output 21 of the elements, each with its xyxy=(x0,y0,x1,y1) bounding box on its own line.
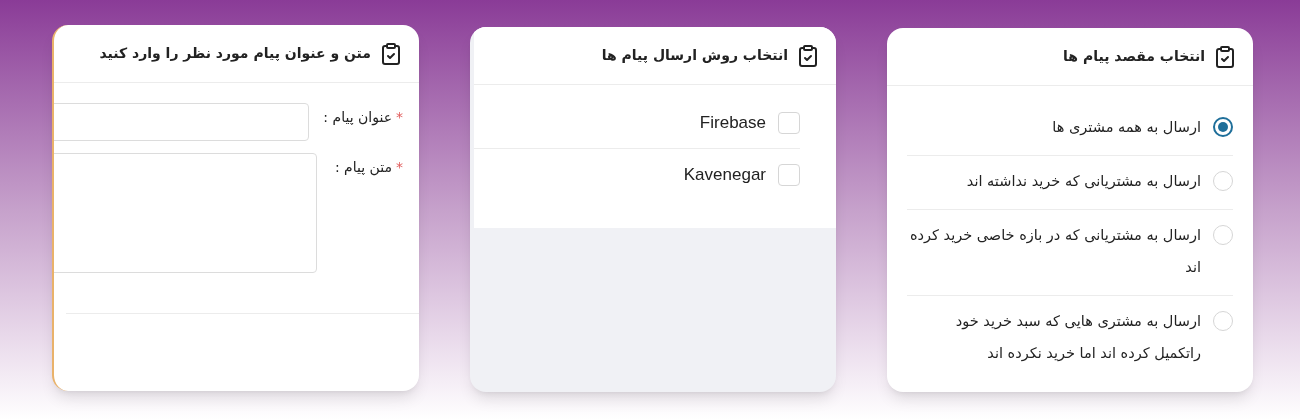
checkbox-label: Kavenegar xyxy=(683,164,766,187)
input-field[interactable] xyxy=(54,103,309,141)
text-area[interactable] xyxy=(54,153,317,273)
clipboard-check-icon xyxy=(796,43,820,68)
card-title: متن و عنوان پیام مورد نظر را وارد کنید xyxy=(99,44,371,64)
field-label: عنوان پیام : xyxy=(323,108,392,128)
checkbox[interactable] xyxy=(778,111,800,134)
clipboard-check-icon xyxy=(379,41,403,66)
radio-label: ارسال به مشتری هایی که سبد خرید خود راتکمیل کرده اند اما خرید نکرده اند xyxy=(954,312,1201,364)
checkbox[interactable] xyxy=(778,164,800,186)
radio-button[interactable] xyxy=(1213,117,1233,137)
field-label: متن پیام : xyxy=(334,158,392,178)
radio-label: ارسال به مشتریانی که خرید نداشته اند xyxy=(966,172,1201,192)
radio-label: ارسال به مشتریانی که در بازه خاصی خرید کرده اند xyxy=(909,226,1201,277)
card-title: انتخاب روش ارسال پیام ها xyxy=(601,46,788,66)
card-title: انتخاب مقصد پیام ها xyxy=(1063,47,1205,66)
checkbox-label: Firebase xyxy=(699,111,766,134)
required-mark: * xyxy=(396,158,403,177)
required-mark: * xyxy=(396,108,403,127)
clipboard-check-icon xyxy=(1213,44,1237,69)
radio-label: ارسال به همه مشتری ها xyxy=(1052,118,1201,138)
